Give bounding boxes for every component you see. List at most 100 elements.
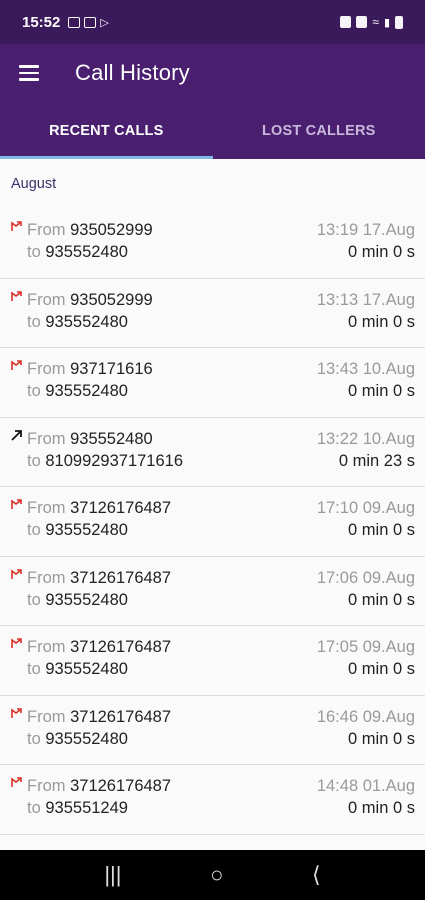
tab-recent-calls[interactable]: RECENT CALLS — [0, 102, 213, 159]
call-duration: 0 min 0 s — [348, 660, 415, 678]
missed-call-icon — [10, 358, 26, 374]
home-icon[interactable]: ○ — [210, 862, 223, 888]
call-row[interactable]: From 937171616 to 935552480 13:43 10.Aug 0 … — [0, 348, 425, 418]
call-timestamp: 13:22 10.Aug — [316, 429, 415, 448]
from-label: From — [27, 429, 66, 448]
to-number: 935551249 — [45, 799, 128, 817]
outgoing-call-icon — [10, 428, 26, 444]
call-timestamp: 16:46 09.Aug — [316, 707, 415, 726]
call-duration: 0 min 0 s — [348, 799, 415, 817]
to-number: 935552480 — [45, 312, 128, 331]
call-meta: 17:05 09.Aug 0 min 0 s — [317, 636, 415, 695]
call-duration: 0 min 0 s — [348, 243, 415, 261]
to-label: to — [27, 660, 41, 678]
section-header: August — [11, 176, 57, 192]
call-meta: 13:13 17.Aug 0 min 0 s — [317, 289, 415, 348]
call-duration: 0 min 0 s — [348, 729, 415, 748]
from-label: From — [27, 568, 66, 587]
back-icon[interactable]: ⟨ — [312, 862, 321, 888]
missed-call-icon — [10, 567, 26, 583]
system-icons: ≈ ▮ — [340, 15, 403, 29]
call-duration: 0 min 0 s — [348, 312, 415, 331]
call-row[interactable]: From 37126176487 to 935552480 17:05 09.Aug… — [0, 626, 425, 696]
recents-icon[interactable]: ||| — [104, 862, 121, 888]
call-list[interactable]: August From 935052999 to 935552480 13:19 1… — [0, 159, 425, 850]
from-label: From — [27, 221, 66, 239]
from-number: 37126176487 — [70, 707, 172, 726]
battery-icon — [395, 15, 403, 29]
call-numbers: From 935552480 to 810992937171616 — [27, 428, 183, 487]
to-label: to — [27, 590, 41, 609]
call-numbers: From 37126176487 to 935551249 — [27, 775, 171, 834]
status-bar: 15:52 ▷ ≈ ▮ — [0, 0, 425, 44]
play-icon: ▷ — [100, 16, 109, 29]
call-row[interactable]: From 935052999 to 935552480 13:13 17.Aug 0 … — [0, 279, 425, 348]
call-row[interactable]: From 37126176487 to 935551249 14:48 01.Aug… — [0, 765, 425, 835]
call-numbers: From 935052999 to 935552480 — [27, 219, 153, 278]
data-saver-icon — [340, 16, 352, 28]
system-nav-bar: ||| ○ ⟨ — [0, 850, 425, 900]
to-label: to — [27, 382, 41, 400]
from-number: 37126176487 — [70, 777, 172, 795]
from-label: From — [27, 707, 66, 726]
call-numbers: From 937171616 to 935552480 — [27, 358, 153, 417]
from-label: From — [27, 360, 66, 378]
page-title: Call History — [75, 60, 190, 85]
missed-call-icon — [10, 497, 26, 513]
call-row[interactable]: From 37126176487 to 935552480 16:46 09.Aug… — [0, 696, 425, 765]
call-timestamp: 14:48 01.Aug — [316, 777, 415, 795]
missed-call-icon — [10, 289, 26, 305]
call-numbers: From 37126176487 to 935552480 — [27, 636, 171, 695]
to-label: to — [27, 451, 41, 470]
missed-call-icon — [10, 775, 26, 791]
call-numbers: From 37126176487 to 935552480 — [27, 497, 171, 556]
call-timestamp: 17:05 09.Aug — [316, 638, 415, 656]
media-icon — [84, 16, 97, 28]
from-label: From — [27, 290, 66, 309]
from-number: 37126176487 — [70, 499, 172, 517]
missed-call-icon — [10, 219, 26, 235]
call-numbers: From 935052999 to 935552480 — [27, 289, 153, 348]
call-duration: 0 min 0 s — [348, 382, 415, 400]
call-numbers: From 37126176487 to 935552480 — [27, 567, 171, 626]
from-number: 935552480 — [70, 429, 153, 448]
tab-label: LOST CALLERS — [261, 122, 376, 139]
alarm-icon — [356, 16, 368, 28]
call-row[interactable]: From 37126176487 to 935552480 17:10 09.Aug… — [0, 487, 425, 557]
to-number: 935552480 — [45, 521, 128, 539]
call-row[interactable]: From 37126176487 to 935552480 17:06 09.Aug… — [0, 557, 425, 626]
from-label: From — [27, 777, 66, 795]
notification-icons: ▷ — [68, 16, 109, 29]
call-meta: 14:48 01.Aug 0 min 0 s — [317, 775, 415, 834]
to-number: 935552480 — [45, 660, 128, 678]
call-meta: 17:10 09.Aug 0 min 0 s — [317, 497, 415, 556]
call-meta: 16:46 09.Aug 0 min 0 s — [317, 706, 415, 765]
from-number: 37126176487 — [70, 568, 172, 587]
call-meta: 13:19 17.Aug 0 min 0 s — [317, 219, 415, 278]
tab-bar: RECENT CALLS LOST CALLERS — [0, 102, 425, 159]
from-number: 935052999 — [70, 221, 153, 239]
to-label: to — [27, 521, 41, 539]
call-row[interactable]: From 935552480 to 810992937171616 13:22 10… — [0, 418, 425, 487]
call-duration: 0 min 0 s — [348, 590, 415, 609]
from-label: From — [27, 638, 66, 656]
tab-lost-callers[interactable]: LOST CALLERS — [213, 102, 425, 159]
to-label: to — [27, 729, 41, 748]
call-timestamp: 13:43 10.Aug — [316, 360, 415, 378]
to-number: 935552480 — [45, 243, 128, 261]
tab-label: RECENT CALLS — [49, 122, 164, 139]
missed-call-icon — [10, 706, 26, 722]
from-number: 935052999 — [70, 290, 153, 309]
call-numbers: From 37126176487 to 935552480 — [27, 706, 171, 765]
call-timestamp: 13:13 17.Aug — [316, 290, 415, 309]
call-timestamp: 17:10 09.Aug — [316, 499, 415, 517]
signal-icon: ▮ — [383, 16, 390, 29]
from-number: 37126176487 — [70, 638, 172, 656]
image-icon — [68, 16, 81, 28]
call-meta: 13:22 10.Aug 0 min 23 s — [317, 428, 415, 487]
app-bar: Call History — [0, 44, 425, 102]
call-row[interactable]: From 935052999 to 935552480 13:19 17.Aug 0 … — [0, 209, 425, 279]
menu-icon[interactable] — [19, 65, 39, 81]
call-meta: 17:06 09.Aug 0 min 0 s — [317, 567, 415, 626]
to-number: 935552480 — [45, 382, 128, 400]
